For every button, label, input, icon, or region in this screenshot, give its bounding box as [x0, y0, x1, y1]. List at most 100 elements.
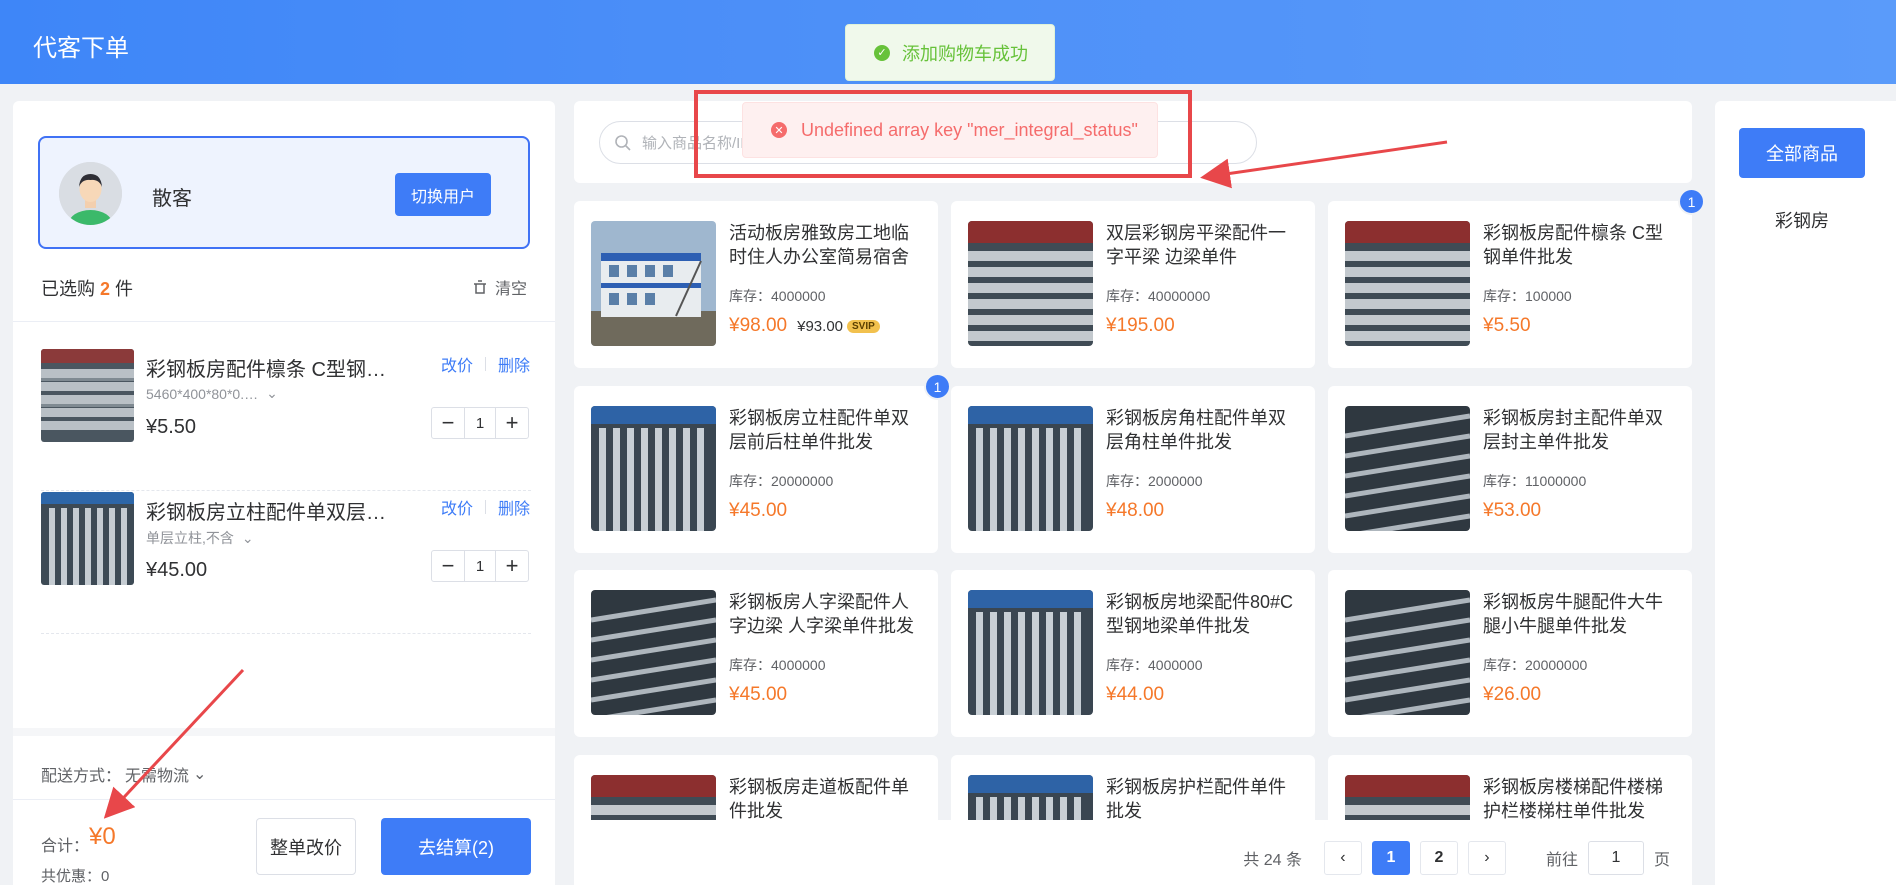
product-stock: 库存：100000 [1483, 288, 1572, 304]
increase-button[interactable]: + [496, 408, 528, 438]
svip-price-group: ¥93.00 SVIP [797, 318, 880, 335]
product-name: 彩钢板房护栏配件单件批发 [1106, 777, 1286, 820]
product-card[interactable]: 彩钢板房立柱配件单双层前后柱单件批发库存：20000000 ¥45.00 1 [574, 373, 951, 553]
product-price-row: ¥48.00 [1106, 500, 1164, 522]
next-page-button[interactable]: › [1467, 841, 1506, 875]
page-button[interactable]: 2 [1419, 841, 1458, 875]
product-image [591, 406, 716, 531]
product-image [968, 221, 1093, 346]
order-summary: 配送方式： 无需物流 ⌄ 合计： ¥0 共优惠：0 整单改价 去结算(2) [13, 728, 555, 885]
product-card[interactable]: 彩钢板房走道板配件单件批发 [574, 755, 938, 820]
cart-panel: 散客 切换用户 已选购 2 件 清空 彩钢板房配件檩条 C型钢单件批发 5460… [13, 101, 555, 885]
increase-button[interactable]: + [496, 551, 528, 581]
goto-suffix: 页 [1653, 852, 1670, 869]
product-card[interactable]: 彩钢板房护栏配件单件批发 [951, 755, 1315, 820]
product-card[interactable]: 活动板房雅致房工地临时住人办公室简易宿舍 库存：4000000 ¥98.00 ¥93.… [574, 201, 938, 368]
product-card[interactable]: 彩钢板房楼梯配件楼梯护栏楼梯柱单件批发 [1328, 755, 1692, 820]
edit-price-link[interactable]: 改价 [441, 352, 473, 376]
discount-value: 0 [101, 868, 110, 885]
page-button[interactable]: 1 [1371, 841, 1410, 875]
prev-page-button[interactable]: ‹ [1323, 841, 1362, 875]
product-image [968, 590, 1093, 715]
product-name: 活动板房雅致房工地临时住人办公室简易宿舍 [729, 223, 909, 267]
product-image [1345, 590, 1470, 715]
quantity-input[interactable]: 1 [464, 551, 496, 581]
product-image [968, 775, 1093, 820]
product-card[interactable]: 彩钢板房牛腿配件大牛腿小牛腿单件批发 库存：20000000 ¥26.00 [1328, 570, 1692, 737]
delete-link[interactable]: 删除 [498, 352, 530, 376]
category-item[interactable]: 彩钢房 [1739, 207, 1865, 233]
cart-item-image [41, 492, 134, 585]
product-price-row: ¥45.00 [729, 500, 787, 522]
product-card[interactable]: 彩钢板房封主配件单双层封主单件批发 库存：11000000 ¥53.00 [1328, 386, 1692, 553]
cart-count-badge: 1 [924, 373, 951, 400]
product-image [1345, 221, 1470, 346]
cart-count-badge: 1 [1678, 188, 1705, 215]
check-circle-icon: ✓ [874, 44, 890, 61]
product-price-row: ¥44.00 [1106, 684, 1164, 706]
product-stock: 库存：4000000 [729, 657, 826, 673]
quantity-input[interactable]: 1 [464, 408, 496, 438]
product-price-row: ¥53.00 [1483, 500, 1541, 522]
total-label: 合计： [41, 838, 90, 855]
success-toast-text: 添加购物车成功 [902, 43, 1028, 64]
product-image [1345, 775, 1470, 820]
divider [13, 799, 555, 800]
page-title: 代客下单 [33, 35, 129, 62]
checkout-button[interactable]: 去结算(2) [381, 818, 531, 875]
selected-prefix: 已选购 [41, 279, 95, 299]
modify-order-price-button[interactable]: 整单改价 [256, 818, 356, 875]
user-card: 散客 切换用户 [38, 136, 530, 249]
selected-suffix: 件 [115, 279, 134, 299]
chevron-down-icon: ⌄ [193, 766, 207, 783]
avatar [59, 162, 122, 225]
decrease-button[interactable]: − [432, 408, 464, 438]
product-price: ¥48.00 [1106, 500, 1165, 521]
product-image [968, 406, 1093, 531]
product-name: 双层彩钢房平梁配件一字平梁 边梁单件 [1106, 223, 1286, 267]
product-price-row: ¥98.00 ¥93.00 SVIP [729, 315, 880, 337]
product-price: ¥98.00 [729, 315, 788, 336]
product-card[interactable]: 彩钢板房人字梁配件人字边梁 人字梁单件批发 库存：4000000 ¥45.00 [574, 570, 938, 737]
category-all-button[interactable]: 全部商品 [1739, 128, 1865, 178]
product-name: 彩钢板房楼梯配件楼梯护栏楼梯柱单件批发 [1483, 777, 1663, 820]
error-toast: ✕ Undefined array key "mer_integral_stat… [742, 102, 1158, 158]
product-name: 彩钢板房立柱配件单双层前后柱单件批发 [729, 408, 909, 452]
product-image [591, 775, 716, 820]
pagination-bar: 共 24 条 ‹ 1 2 › 前往 1 页 [574, 820, 1692, 885]
decrease-button[interactable]: − [432, 551, 464, 581]
quantity-stepper: − 1 + [431, 550, 529, 582]
edit-price-link[interactable]: 改价 [441, 495, 473, 519]
product-card[interactable]: 彩钢板房配件檩条 C型钢单件批发 库存：100000 ¥5.50 1 [1328, 188, 1705, 368]
cart-item-price: ¥5.50 [146, 416, 197, 438]
product-card[interactable]: 彩钢板房角柱配件单双层角柱单件批发 库存：2000000 ¥48.00 [951, 386, 1315, 553]
clear-cart-button[interactable]: 清空 [471, 275, 527, 299]
category-panel: 全部商品 彩钢房 [1715, 101, 1896, 885]
delivery-selector[interactable]: 配送方式： 无需物流 ⌄ [41, 762, 206, 786]
cart-item-spec-selector[interactable]: 5460*400*80*0.… ⌄ [146, 385, 278, 402]
delete-link[interactable]: 删除 [498, 495, 530, 519]
divider [485, 500, 487, 514]
product-image [591, 221, 716, 346]
success-toast: ✓ 添加购物车成功 [845, 24, 1055, 81]
cart-item-spec-selector[interactable]: 单层立柱,不含 ⌄ [146, 528, 254, 548]
product-price-row: ¥26.00 [1483, 684, 1541, 706]
cart-item-name: 彩钢板房配件檩条 C型钢单件批发 [146, 359, 401, 381]
pagination-total: 共 24 条 [1243, 852, 1302, 869]
switch-user-button[interactable]: 切换用户 [395, 173, 491, 216]
product-stock: 库存：40000000 [1106, 288, 1211, 304]
cart-item-spec: 5460*400*80*0.… [146, 385, 259, 402]
product-price: ¥5.50 [1483, 315, 1531, 336]
product-stock: 库存：20000000 [729, 473, 834, 489]
cart-item-price: ¥45.00 [146, 559, 208, 581]
error-toast-text: Undefined array key "mer_integral_status… [801, 119, 1138, 140]
divider [485, 357, 487, 371]
cart-item: 彩钢板房立柱配件单双层前后柱单件批发 单层立柱,不含 ⌄ ¥45.00 改价 删… [41, 492, 531, 634]
product-name: 彩钢板房走道板配件单件批发 [729, 777, 909, 820]
product-stock: 库存：11000000 [1483, 473, 1587, 489]
search-icon [615, 134, 631, 151]
goto-page-input[interactable]: 1 [1587, 841, 1644, 875]
product-card[interactable]: 彩钢板房地梁配件80#C型钢地梁单件批发 库存：4000000 ¥44.00 [951, 570, 1315, 737]
product-stock: 库存：20000000 [1483, 657, 1588, 673]
product-card[interactable]: 双层彩钢房平梁配件一字平梁 边梁单件 库存：40000000 ¥195.00 [951, 201, 1315, 368]
